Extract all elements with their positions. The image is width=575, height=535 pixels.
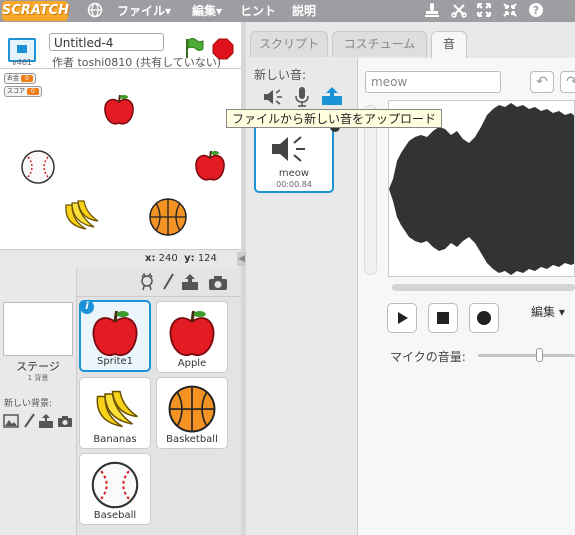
sprite-name: Apple	[177, 358, 207, 369]
play-button[interactable]	[387, 303, 417, 333]
stage-label: ステージ	[16, 360, 60, 373]
sound-name-input[interactable]: meow	[365, 71, 501, 93]
record-sound-icon[interactable]	[294, 86, 310, 108]
green-flag-icon[interactable]	[184, 37, 204, 59]
backdrop-library-icon[interactable]	[3, 414, 19, 428]
camera-sprite-icon[interactable]	[208, 275, 228, 291]
upload-sound-icon[interactable]	[321, 86, 343, 106]
undo-button[interactable]: ↶	[530, 71, 554, 93]
project-title-input[interactable]: Untitled-4	[49, 33, 164, 51]
sprite-tile-apple[interactable]: Apple	[156, 301, 228, 373]
apple-icon	[169, 310, 215, 356]
volume-scroll[interactable]	[364, 105, 377, 275]
stage-canvas[interactable]: お金 0 スコア 0	[0, 68, 241, 250]
tab-sounds[interactable]: 音	[431, 31, 467, 59]
redo-button[interactable]: ↷	[560, 71, 575, 93]
delete-scissors-icon[interactable]	[450, 2, 468, 20]
sound-library-icon[interactable]	[262, 87, 284, 107]
upload-backdrop-icon[interactable]	[38, 413, 54, 429]
menu-tips[interactable]: ヒント	[240, 2, 276, 20]
menu-edit[interactable]: 編集▾	[192, 2, 222, 20]
paint-backdrop-icon[interactable]	[22, 413, 36, 429]
sprite-library-icon[interactable]	[138, 273, 156, 291]
sound-duration: 00:00.84	[276, 180, 312, 189]
stage-apple-sprite[interactable]	[103, 93, 135, 127]
duplicate-stamp-icon[interactable]	[423, 2, 441, 20]
speaker-icon	[272, 136, 305, 162]
sprite-name: Basketball	[166, 434, 218, 445]
sprite-tile-baseball[interactable]: Baseball	[79, 453, 151, 525]
stage-bananas-sprite[interactable]	[60, 195, 100, 235]
record-icon	[477, 311, 491, 325]
edit-dropdown[interactable]: 編集 ▾	[531, 303, 565, 320]
stage-apple-sprite[interactable]	[194, 149, 226, 183]
collapse-stage-icon[interactable]: ◀	[237, 252, 246, 266]
help-icon[interactable]: ?	[527, 2, 545, 20]
variable-monitor-money: お金 0	[4, 73, 36, 84]
variable-monitor-score: スコア 0	[4, 86, 42, 97]
mic-volume-label: マイクの音量:	[390, 350, 466, 364]
sound-name: meow	[278, 168, 310, 179]
paint-sprite-icon[interactable]	[161, 273, 175, 291]
stop-button[interactable]	[428, 303, 458, 333]
waveform-scrollbar[interactable]	[392, 284, 575, 291]
version-label: v461	[12, 58, 33, 67]
sprite-name: Bananas	[93, 434, 137, 445]
new-sound-label: 新しい音:	[254, 68, 307, 82]
globe-icon[interactable]	[86, 2, 104, 20]
tab-scripts[interactable]: スクリプト	[250, 31, 328, 57]
stage-basketball-sprite[interactable]	[148, 197, 188, 237]
baseball-icon	[91, 461, 139, 509]
stage-thumbnail[interactable]	[3, 302, 73, 356]
camera-backdrop-icon[interactable]	[57, 415, 73, 428]
sprite-tile-basketball[interactable]: Basketball	[156, 377, 228, 449]
backdrop-count: 1 背景	[27, 374, 49, 382]
sprite-name: Baseball	[93, 510, 137, 521]
grow-icon[interactable]	[475, 2, 493, 20]
shrink-icon[interactable]	[501, 2, 519, 20]
menu-about[interactable]: 説明	[292, 2, 316, 20]
info-icon[interactable]: i	[80, 300, 94, 314]
apple-icon	[92, 310, 138, 356]
mouse-coordinates: x: 240 y: 124	[145, 253, 217, 264]
record-button[interactable]	[469, 303, 499, 333]
scratch-logo[interactable]: SCRATCH	[2, 1, 69, 21]
stage-baseball-sprite[interactable]	[20, 149, 56, 185]
stop-icon	[437, 312, 449, 324]
mic-volume-knob[interactable]	[536, 348, 543, 362]
sprite-name: Sprite1	[96, 356, 134, 367]
bananas-icon	[96, 390, 138, 428]
new-backdrop-label: 新しい背景:	[4, 399, 53, 409]
basketball-icon	[168, 385, 216, 433]
upload-sprite-icon[interactable]	[181, 273, 199, 291]
play-icon	[398, 312, 408, 324]
stop-sign-icon[interactable]	[212, 38, 234, 60]
menu-file[interactable]: ファイル▾	[117, 2, 171, 20]
svg-text:?: ?	[533, 4, 539, 17]
tab-costumes[interactable]: コスチューム	[332, 31, 427, 57]
mic-volume-slider[interactable]	[478, 354, 575, 357]
tooltip: ファイルから新しい音をアップロード	[226, 109, 443, 128]
sprite-tile-bananas[interactable]: Bananas	[79, 377, 151, 449]
